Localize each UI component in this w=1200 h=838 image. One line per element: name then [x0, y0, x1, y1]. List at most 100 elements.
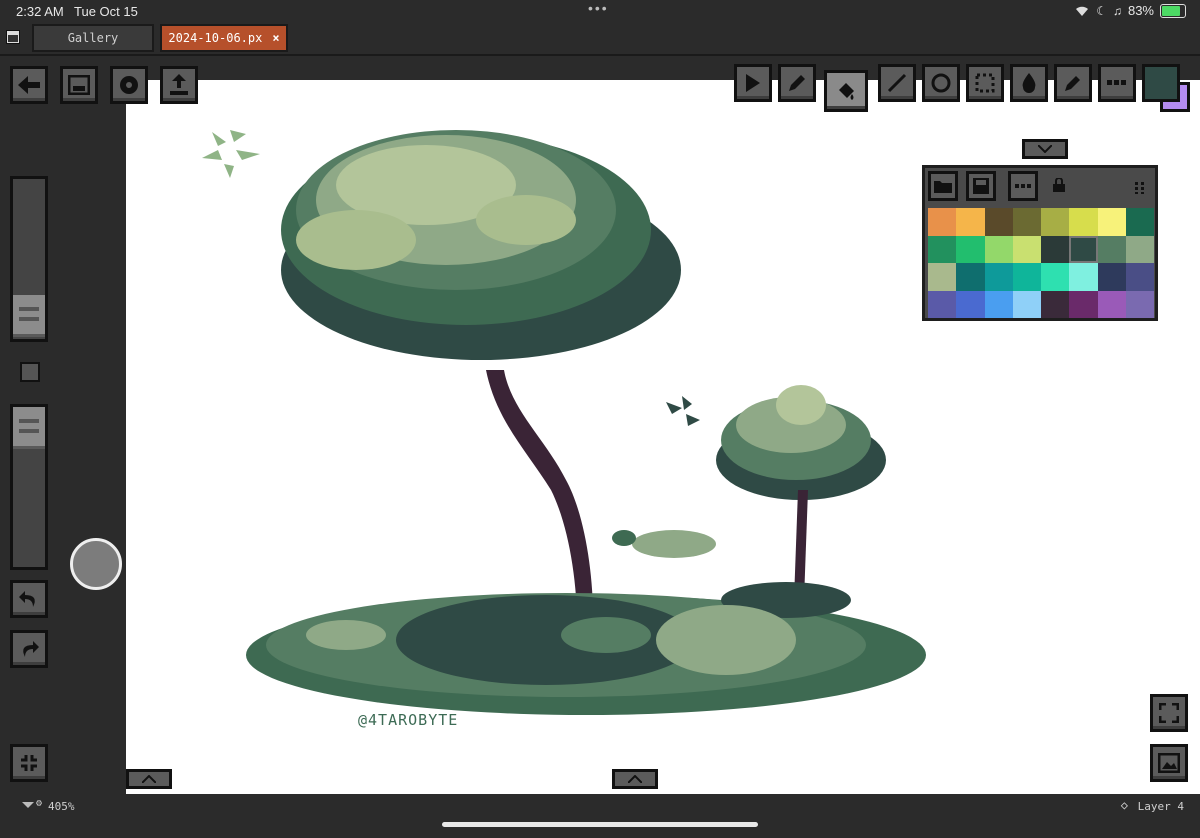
palette-swatch[interactable] — [984, 208, 1013, 236]
opacity-knob[interactable] — [13, 407, 45, 449]
multitask-dots[interactable]: ••• — [588, 0, 609, 16]
battery-percent: 83% — [1127, 3, 1154, 18]
line-tool[interactable] — [878, 64, 916, 102]
palette-swatch[interactable] — [1069, 263, 1098, 291]
fill-tool[interactable] — [824, 70, 868, 112]
eyedropper-tool[interactable] — [1054, 64, 1092, 102]
drag-handle-icon[interactable] — [1135, 182, 1145, 194]
palette-swatch[interactable] — [928, 290, 957, 318]
palette-swatch[interactable] — [1012, 208, 1041, 236]
brush-size-slider[interactable] — [10, 176, 48, 342]
palette-swatch[interactable] — [1097, 290, 1126, 318]
more-icon — [1015, 184, 1031, 188]
blur-tool[interactable] — [1010, 64, 1048, 102]
settings-button[interactable] — [110, 66, 148, 104]
play-icon — [746, 74, 760, 92]
palette-swatch[interactable] — [1069, 290, 1098, 318]
big-tree-crown — [281, 130, 681, 360]
close-icon[interactable]: × — [272, 31, 279, 45]
small-leaves — [666, 396, 700, 426]
palette-swatch[interactable] — [956, 290, 985, 318]
share-icon — [170, 74, 188, 95]
share-button[interactable] — [160, 66, 198, 104]
redo-button[interactable] — [10, 630, 48, 668]
back-button[interactable] — [10, 66, 48, 104]
palette-swatch[interactable] — [956, 235, 985, 263]
battery-icon — [1160, 3, 1186, 18]
palette-swatch[interactable] — [956, 263, 985, 291]
image-button[interactable] — [60, 66, 98, 104]
floating-leaves — [202, 130, 260, 178]
bottom-expand-button[interactable] — [612, 769, 658, 789]
recenter-button[interactable] — [10, 744, 48, 782]
status-date: Tue Oct 15 — [74, 4, 138, 19]
palette-swatch[interactable] — [956, 208, 985, 236]
open-palette-button[interactable] — [928, 171, 958, 201]
fullscreen-icon — [1159, 703, 1179, 723]
palette-swatch[interactable] — [1069, 208, 1098, 236]
palette-swatch[interactable] — [928, 208, 957, 236]
palette-swatch[interactable] — [1097, 263, 1126, 291]
palette-panel — [922, 165, 1158, 321]
palette-swatch[interactable] — [1097, 235, 1126, 263]
palette-more-button[interactable] — [1008, 171, 1038, 201]
layers-toggle-icon[interactable] — [22, 800, 34, 810]
palette-swatch[interactable] — [984, 263, 1013, 291]
palette-swatch[interactable] — [1041, 235, 1070, 263]
lock-icon[interactable] — [1053, 178, 1065, 192]
bush-dark — [612, 530, 636, 546]
save-icon — [973, 178, 989, 194]
select-tool[interactable] — [966, 64, 1004, 102]
more-button[interactable] — [1098, 64, 1136, 102]
palette-swatch[interactable] — [1069, 235, 1098, 263]
tab-file[interactable]: 2024-10-06.px × — [160, 24, 288, 52]
palette-grid — [928, 208, 1154, 318]
drop-icon — [1022, 73, 1036, 93]
palette-swatch[interactable] — [928, 263, 957, 291]
home-indicator[interactable] — [442, 822, 758, 827]
cursor-joystick[interactable] — [70, 538, 122, 590]
image-icon — [1158, 753, 1180, 773]
chevron-up-icon — [628, 775, 642, 783]
palette-swatch[interactable] — [1125, 263, 1154, 291]
palette-swatch[interactable] — [1041, 263, 1070, 291]
reference-image-button[interactable] — [1150, 744, 1188, 782]
pencil-tool[interactable] — [778, 64, 816, 102]
menu-icon[interactable] — [6, 30, 20, 44]
current-layer[interactable]: Layer 4 — [1138, 800, 1184, 813]
palette-collapse-button[interactable] — [1022, 139, 1068, 159]
palette-swatch[interactable] — [1012, 235, 1041, 263]
palette-swatch[interactable] — [984, 290, 1013, 318]
palette-swatch[interactable] — [928, 235, 957, 263]
save-palette-button[interactable] — [966, 171, 996, 201]
more-icon — [1107, 80, 1126, 85]
palette-swatch[interactable] — [1012, 290, 1041, 318]
palette-swatch[interactable] — [984, 235, 1013, 263]
palette-swatch[interactable] — [1012, 263, 1041, 291]
fullscreen-button[interactable] — [1150, 694, 1188, 732]
palette-swatch[interactable] — [1125, 208, 1154, 236]
opacity-slider[interactable] — [10, 404, 48, 570]
palette-swatch[interactable] — [1125, 290, 1154, 318]
left-expand-button[interactable] — [126, 769, 172, 789]
bush — [632, 530, 716, 558]
bucket-icon — [839, 83, 854, 100]
play-button[interactable] — [734, 64, 772, 102]
circle-icon — [931, 73, 951, 93]
watermark: @4TAROBYTE — [358, 711, 459, 729]
undo-icon — [19, 591, 35, 607]
undo-button[interactable] — [10, 580, 48, 618]
circle-tool[interactable] — [922, 64, 960, 102]
zoom-icon: ⚙ — [36, 798, 43, 809]
palette-swatch[interactable] — [1125, 235, 1154, 263]
tab-file-label: 2024-10-06.px — [168, 31, 263, 45]
brush-size-knob[interactable] — [13, 295, 45, 337]
palette-swatch[interactable] — [1041, 290, 1070, 318]
palette-swatch[interactable] — [1097, 208, 1126, 236]
current-color-swatch[interactable] — [1142, 64, 1180, 102]
zoom-level[interactable]: 405% — [48, 800, 75, 813]
status-time: 2:32 AM — [16, 4, 64, 19]
tab-gallery[interactable]: Gallery — [32, 24, 154, 52]
palette-swatch[interactable] — [1041, 208, 1070, 236]
opacity-toggle[interactable] — [20, 362, 40, 382]
